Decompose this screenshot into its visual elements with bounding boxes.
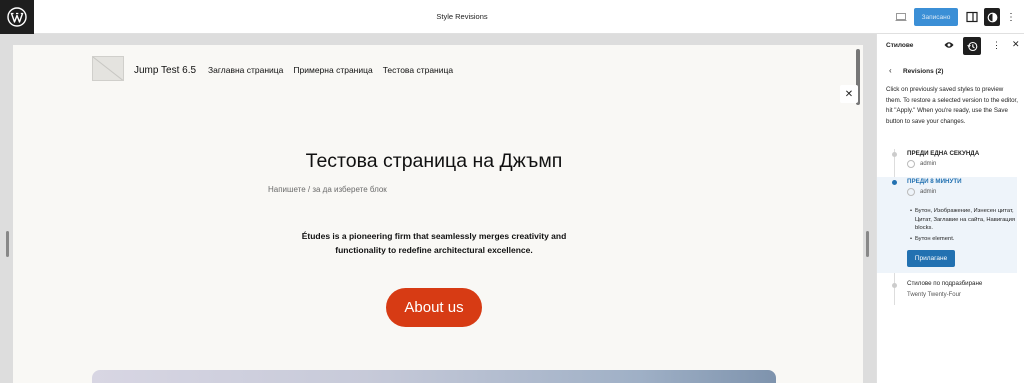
document-title[interactable]: Style Revisions [0, 0, 924, 34]
apply-button[interactable]: Прилагане [907, 250, 955, 267]
nav-item-home[interactable]: Заглавна страница [208, 65, 283, 75]
revisions-icon[interactable] [963, 37, 981, 55]
avatar [907, 160, 915, 168]
revision-item-selected[interactable]: ПРЕДИ 8 МИНУТИ admin Бутон, Изображение,… [877, 177, 1017, 273]
settings-panel-toggle[interactable] [963, 8, 981, 26]
close-icon[interactable]: ✕ [1012, 39, 1020, 50]
close-revisions-button[interactable]: ✕ [840, 85, 858, 103]
editor-canvas: Jump Test 6.5 Заглавна страница Примерна… [0, 34, 876, 383]
revision-author: admin [920, 161, 937, 167]
desktop-icon [895, 13, 907, 21]
site-title[interactable]: Jump Test 6.5 [134, 65, 196, 76]
editor-header: Style Revisions Записано ⋮ [0, 0, 1024, 34]
revisions-heading: Revisions (2) [903, 68, 944, 75]
styles-sidebar: Стилове ⋮ ✕ ‹ Revisions (2) Click on pre… [876, 34, 1024, 383]
revision-change: Бутон, Изображение, Изнесен цитат, Цитат… [910, 207, 1016, 233]
revision-item[interactable]: ПРЕДИ ЕДНА СЕКУНДА admin [877, 149, 1017, 173]
revision-author: admin [920, 189, 937, 195]
site-navigation: Заглавна страница Примерна страница Тест… [208, 65, 453, 75]
timeline-dot [892, 180, 897, 185]
tagline-paragraph[interactable]: Études is a pioneering firm that seamles… [13, 229, 855, 257]
timeline-dot [892, 152, 897, 157]
block-placeholder[interactable]: Напишете / за да изберете блок [268, 185, 387, 194]
revisions-description: Click on previously saved styles to prev… [886, 86, 1018, 125]
image-placeholder-icon [93, 57, 123, 80]
chevron-left-icon[interactable]: ‹ [889, 66, 892, 75]
eye-icon[interactable] [944, 41, 954, 51]
close-icon: ✕ [844, 88, 854, 100]
page-title[interactable]: Тестова страница на Джъмп [13, 150, 855, 173]
sidebar-header: Стилове ⋮ ✕ [877, 34, 1024, 58]
more-options-icon[interactable]: ⋮ [992, 40, 1001, 51]
revision-date: ПРЕДИ 8 МИНУТИ [907, 178, 962, 185]
hero-image[interactable] [92, 370, 776, 383]
tagline-line: functionality to redefine architectural … [335, 245, 533, 255]
resize-handle-left[interactable] [6, 231, 9, 257]
theme-name: Twenty Twenty-Four [907, 292, 961, 298]
revision-date: ПРЕДИ ЕДНА СЕКУНДА [907, 150, 980, 157]
revision-change: Бутон element. [910, 235, 1016, 244]
site-logo-placeholder[interactable] [92, 56, 124, 81]
more-options-icon[interactable]: ⋮ [1005, 8, 1017, 26]
styles-toggle-button[interactable] [984, 8, 1000, 26]
default-styles-label: Стилове по подразбиране [907, 280, 983, 287]
site-preview-frame: Jump Test 6.5 Заглавна страница Примерна… [13, 45, 863, 383]
sidebar-title: Стилове [886, 42, 914, 49]
nav-item-test-page[interactable]: Тестова страница [383, 65, 453, 75]
sidebar-panel-icon [966, 11, 978, 23]
timeline-dot [892, 283, 897, 288]
avatar [907, 188, 915, 196]
revision-changes-list: Бутон, Изображение, Изнесен цитат, Цитат… [910, 207, 1016, 245]
device-preview-button[interactable] [892, 8, 910, 26]
half-circle-styles-icon [987, 12, 997, 22]
save-button[interactable]: Записано [914, 8, 958, 26]
about-us-button[interactable]: About us [386, 288, 482, 327]
revision-item-default[interactable]: Стилове по подразбиране Twenty Twenty-Fo… [877, 280, 1017, 304]
resize-handle-right[interactable] [866, 231, 869, 257]
nav-item-sample-page[interactable]: Примерна страница [293, 65, 372, 75]
tagline-line: Études is a pioneering firm that seamles… [301, 231, 567, 241]
